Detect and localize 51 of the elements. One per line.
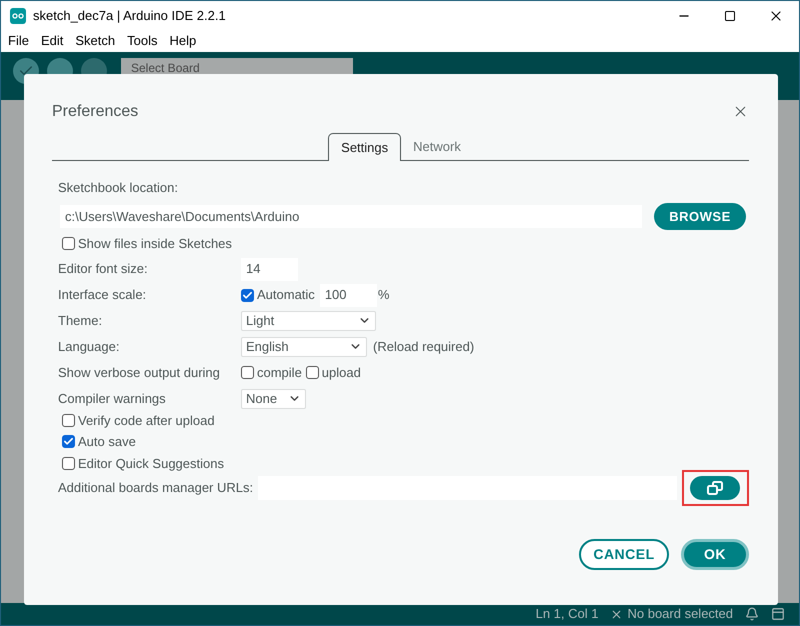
close-icon xyxy=(610,608,624,620)
field-label: Additional boards manager URLs: xyxy=(58,479,254,498)
checkbox[interactable] xyxy=(62,237,75,250)
checkbox-label: Auto save xyxy=(78,433,136,451)
app-logo-icon xyxy=(10,8,26,24)
menu-item[interactable]: Sketch xyxy=(75,31,116,51)
menu-item[interactable]: File xyxy=(8,31,29,51)
checkbox-label: compile xyxy=(257,364,302,382)
checkbox[interactable] xyxy=(241,366,254,379)
tab[interactable]: Settings xyxy=(328,133,402,161)
sketchbook-path-field[interactable]: c:\Users\Waveshare\Documents\Arduino xyxy=(60,205,642,228)
scale-field[interactable]: 100 xyxy=(320,284,377,306)
field-label: Language: xyxy=(58,338,120,356)
dialog-title: Preferences xyxy=(52,102,138,122)
menu-item[interactable]: Tools xyxy=(127,31,158,51)
dropdown[interactable]: None xyxy=(241,388,306,408)
field-label: Sketchbook location: xyxy=(58,180,178,195)
bell-icon[interactable] xyxy=(745,607,759,621)
edit-urls-button[interactable] xyxy=(690,476,740,500)
checkbox-label: Automatic xyxy=(257,286,315,304)
dropdown[interactable]: English xyxy=(241,336,367,356)
ok-button[interactable]: OK xyxy=(681,539,749,570)
overlapping-windows-icon xyxy=(706,481,724,495)
browse-button[interactable]: BROWSE xyxy=(654,203,746,230)
checkbox[interactable] xyxy=(241,288,254,302)
field-label: Theme: xyxy=(58,312,104,330)
field-label: Interface scale: xyxy=(58,286,148,304)
cancel-button[interactable]: CANCEL xyxy=(579,539,669,570)
dropdown[interactable]: Light xyxy=(241,310,376,330)
checkbox[interactable] xyxy=(62,456,75,470)
field-label: Compiler warnings xyxy=(58,390,167,408)
panel-icon[interactable] xyxy=(771,607,785,621)
checkbox-label: Show files inside Sketches xyxy=(78,235,232,253)
cursor-position: Ln 1, Col 1 xyxy=(536,605,598,624)
font-size-field[interactable]: 14 xyxy=(241,258,298,280)
window-title: sketch_dec7a | Arduino IDE 2.2.1 xyxy=(33,6,226,25)
board-status: No board selected xyxy=(627,605,733,624)
reload-note: (Reload required) xyxy=(373,338,474,356)
checkbox[interactable] xyxy=(306,366,319,379)
checkbox-label: Verify code after upload xyxy=(78,412,215,430)
menu-item[interactable]: Edit xyxy=(40,31,64,51)
menu-item[interactable]: Help xyxy=(169,31,196,51)
field-label: Show verbose output during xyxy=(58,364,221,382)
checkbox-label: Editor Quick Suggestions xyxy=(78,454,224,473)
checkbox[interactable] xyxy=(62,414,75,427)
checkbox[interactable] xyxy=(62,435,75,448)
field-label: Editor font size: xyxy=(58,260,149,278)
unit-label: % xyxy=(378,286,390,304)
tab[interactable]: Network xyxy=(401,133,473,160)
checkbox-label: upload xyxy=(322,364,361,382)
maximize-icon[interactable] xyxy=(724,10,736,22)
